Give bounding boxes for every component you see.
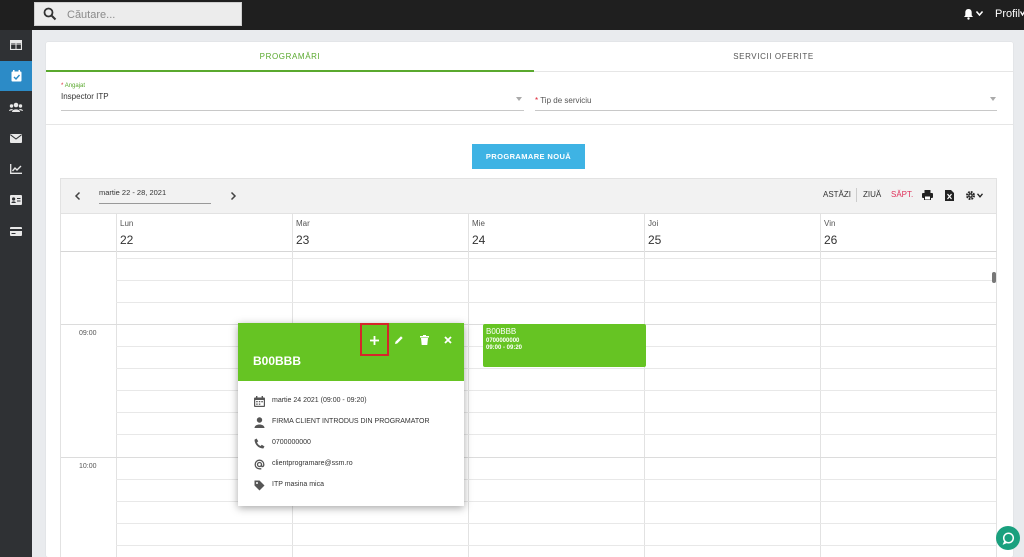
- toolbar-separator: [856, 188, 857, 202]
- grid-line: [61, 457, 996, 458]
- id-card-icon: [10, 195, 22, 205]
- field-underline: [61, 110, 524, 111]
- calendar-icon: [11, 70, 21, 82]
- calendar-grid[interactable]: 09:00 10:00 B00BBB 0700000000 09:00 - 09…: [60, 252, 997, 557]
- top-bar: Profil: [0, 0, 1024, 30]
- main-card: PROGRAMĂRI SERVICII OFERITE * Angajat In…: [46, 42, 1013, 557]
- dropdown-caret-icon: [990, 97, 996, 101]
- day-view-button[interactable]: ZIUĂ: [863, 190, 881, 199]
- search-box[interactable]: [34, 2, 242, 26]
- day-header[interactable]: Joi 25: [644, 214, 820, 252]
- event-title: B00BBB: [486, 327, 517, 336]
- service-type-placeholder: * Tip de serviciu: [535, 96, 592, 105]
- event-phone: 0700000000: [486, 338, 520, 344]
- event-details-popup: B00BBB martie 24 2021 (09:00 - 09:20) FI…: [238, 323, 464, 506]
- popup-service: ITP masina mica: [272, 481, 324, 488]
- date-range-underline: [99, 203, 211, 204]
- edit-button[interactable]: [390, 331, 408, 349]
- search-icon: [43, 7, 57, 21]
- chevron-down-icon[interactable]: [976, 11, 983, 16]
- sidebar-item-reports[interactable]: [0, 154, 32, 184]
- grid-line: [116, 252, 117, 557]
- grid-line: [116, 258, 996, 259]
- popup-email: clientprogramare@ssm.ro: [272, 460, 353, 467]
- users-icon: [9, 102, 23, 112]
- calendar-toolbar: martie 22 - 28, 2021 ASTĂZI ZIUĂ SĂPT.: [60, 178, 997, 214]
- tab-services[interactable]: SERVICII OFERITE: [534, 42, 1013, 72]
- envelope-icon: [10, 133, 22, 143]
- calendar-event[interactable]: B00BBB 0700000000 09:00 - 09:20: [483, 324, 646, 367]
- field-underline: [535, 110, 997, 111]
- search-input[interactable]: [67, 6, 237, 23]
- close-button[interactable]: [439, 331, 457, 349]
- phone-icon: [254, 438, 264, 448]
- service-type-select[interactable]: * Tip de serviciu: [535, 83, 997, 113]
- pencil-icon: [395, 336, 403, 344]
- settings-gear-icon[interactable]: [965, 190, 976, 201]
- grid-line: [116, 302, 996, 303]
- trash-icon: [419, 335, 429, 345]
- week-view-button[interactable]: SĂPT.: [891, 190, 913, 199]
- scrollbar-thumb[interactable]: [992, 272, 996, 283]
- date-range-picker[interactable]: martie 22 - 28, 2021: [99, 188, 166, 197]
- bell-icon[interactable]: [963, 8, 974, 20]
- employee-label: * Angajat: [61, 83, 86, 89]
- tab-appointments[interactable]: PROGRAMĂRI: [46, 42, 534, 72]
- popup-phone: 0700000000: [272, 439, 311, 446]
- event-time: 09:00 - 09:20: [486, 345, 523, 351]
- chevron-left-icon[interactable]: [71, 189, 85, 203]
- sidebar: [0, 30, 32, 557]
- plus-icon: [369, 335, 379, 345]
- user-icon: [254, 416, 264, 428]
- day-header[interactable]: Vin 26: [820, 214, 997, 252]
- chevron-right-icon[interactable]: [226, 189, 240, 203]
- employee-value: Inspector ITP: [61, 92, 109, 101]
- grid-line: [468, 252, 469, 557]
- chart-line-icon: [10, 164, 22, 174]
- grid-line: [116, 523, 996, 524]
- chat-bubble-icon: [1002, 531, 1014, 545]
- section-divider: [46, 124, 1013, 125]
- grid-line: [116, 280, 996, 281]
- sidebar-item-calendar[interactable]: [0, 61, 32, 91]
- popup-title: B00BBB: [253, 354, 302, 368]
- chevron-down-icon[interactable]: [1020, 11, 1024, 16]
- sidebar-item-clients[interactable]: [0, 92, 32, 122]
- excel-export-icon[interactable]: [945, 190, 954, 201]
- tag-icon: [254, 480, 264, 490]
- sidebar-item-messages[interactable]: [0, 123, 32, 153]
- grid-line: [820, 252, 821, 557]
- sidebar-item-dashboard[interactable]: [0, 30, 32, 60]
- time-label: 10:00: [79, 463, 97, 470]
- popup-date: martie 24 2021 (09:00 - 09:20): [272, 397, 367, 404]
- credit-card-icon: [10, 226, 22, 236]
- at-sign-icon: [254, 459, 264, 469]
- employee-select[interactable]: * Angajat Inspector ITP: [61, 83, 524, 113]
- sidebar-item-contacts[interactable]: [0, 185, 32, 215]
- add-button[interactable]: [365, 331, 383, 349]
- time-label: 09:00: [79, 330, 97, 337]
- grid-line: [116, 545, 996, 546]
- day-header[interactable]: Mie 24: [468, 214, 644, 252]
- grid-line: [644, 252, 645, 557]
- profile-menu[interactable]: Profil: [995, 8, 1020, 20]
- calendar-day-header: Lun 22 Mar 23 Mie 24 Joi 25 Vin 26: [60, 214, 997, 252]
- popup-client: FIRMA CLIENT INTRODUS DIN PROGRAMATOR: [272, 418, 430, 425]
- close-icon: [444, 336, 452, 344]
- tab-bar: PROGRAMĂRI SERVICII OFERITE: [46, 42, 1013, 72]
- sidebar-item-payments[interactable]: [0, 216, 32, 246]
- day-header[interactable]: Mar 23: [292, 214, 468, 252]
- delete-button[interactable]: [415, 331, 433, 349]
- calendar-icon: [253, 395, 265, 407]
- today-button[interactable]: ASTĂZI: [823, 190, 851, 199]
- table-icon: [10, 40, 22, 50]
- new-appointment-button[interactable]: PROGRAMARE NOUĂ: [472, 144, 585, 169]
- day-header[interactable]: Lun 22: [116, 214, 292, 252]
- chevron-down-icon[interactable]: [977, 193, 983, 198]
- chat-support-button[interactable]: [996, 526, 1020, 550]
- popup-header: B00BBB: [238, 323, 464, 381]
- print-icon[interactable]: [922, 190, 933, 200]
- dropdown-caret-icon: [516, 97, 522, 101]
